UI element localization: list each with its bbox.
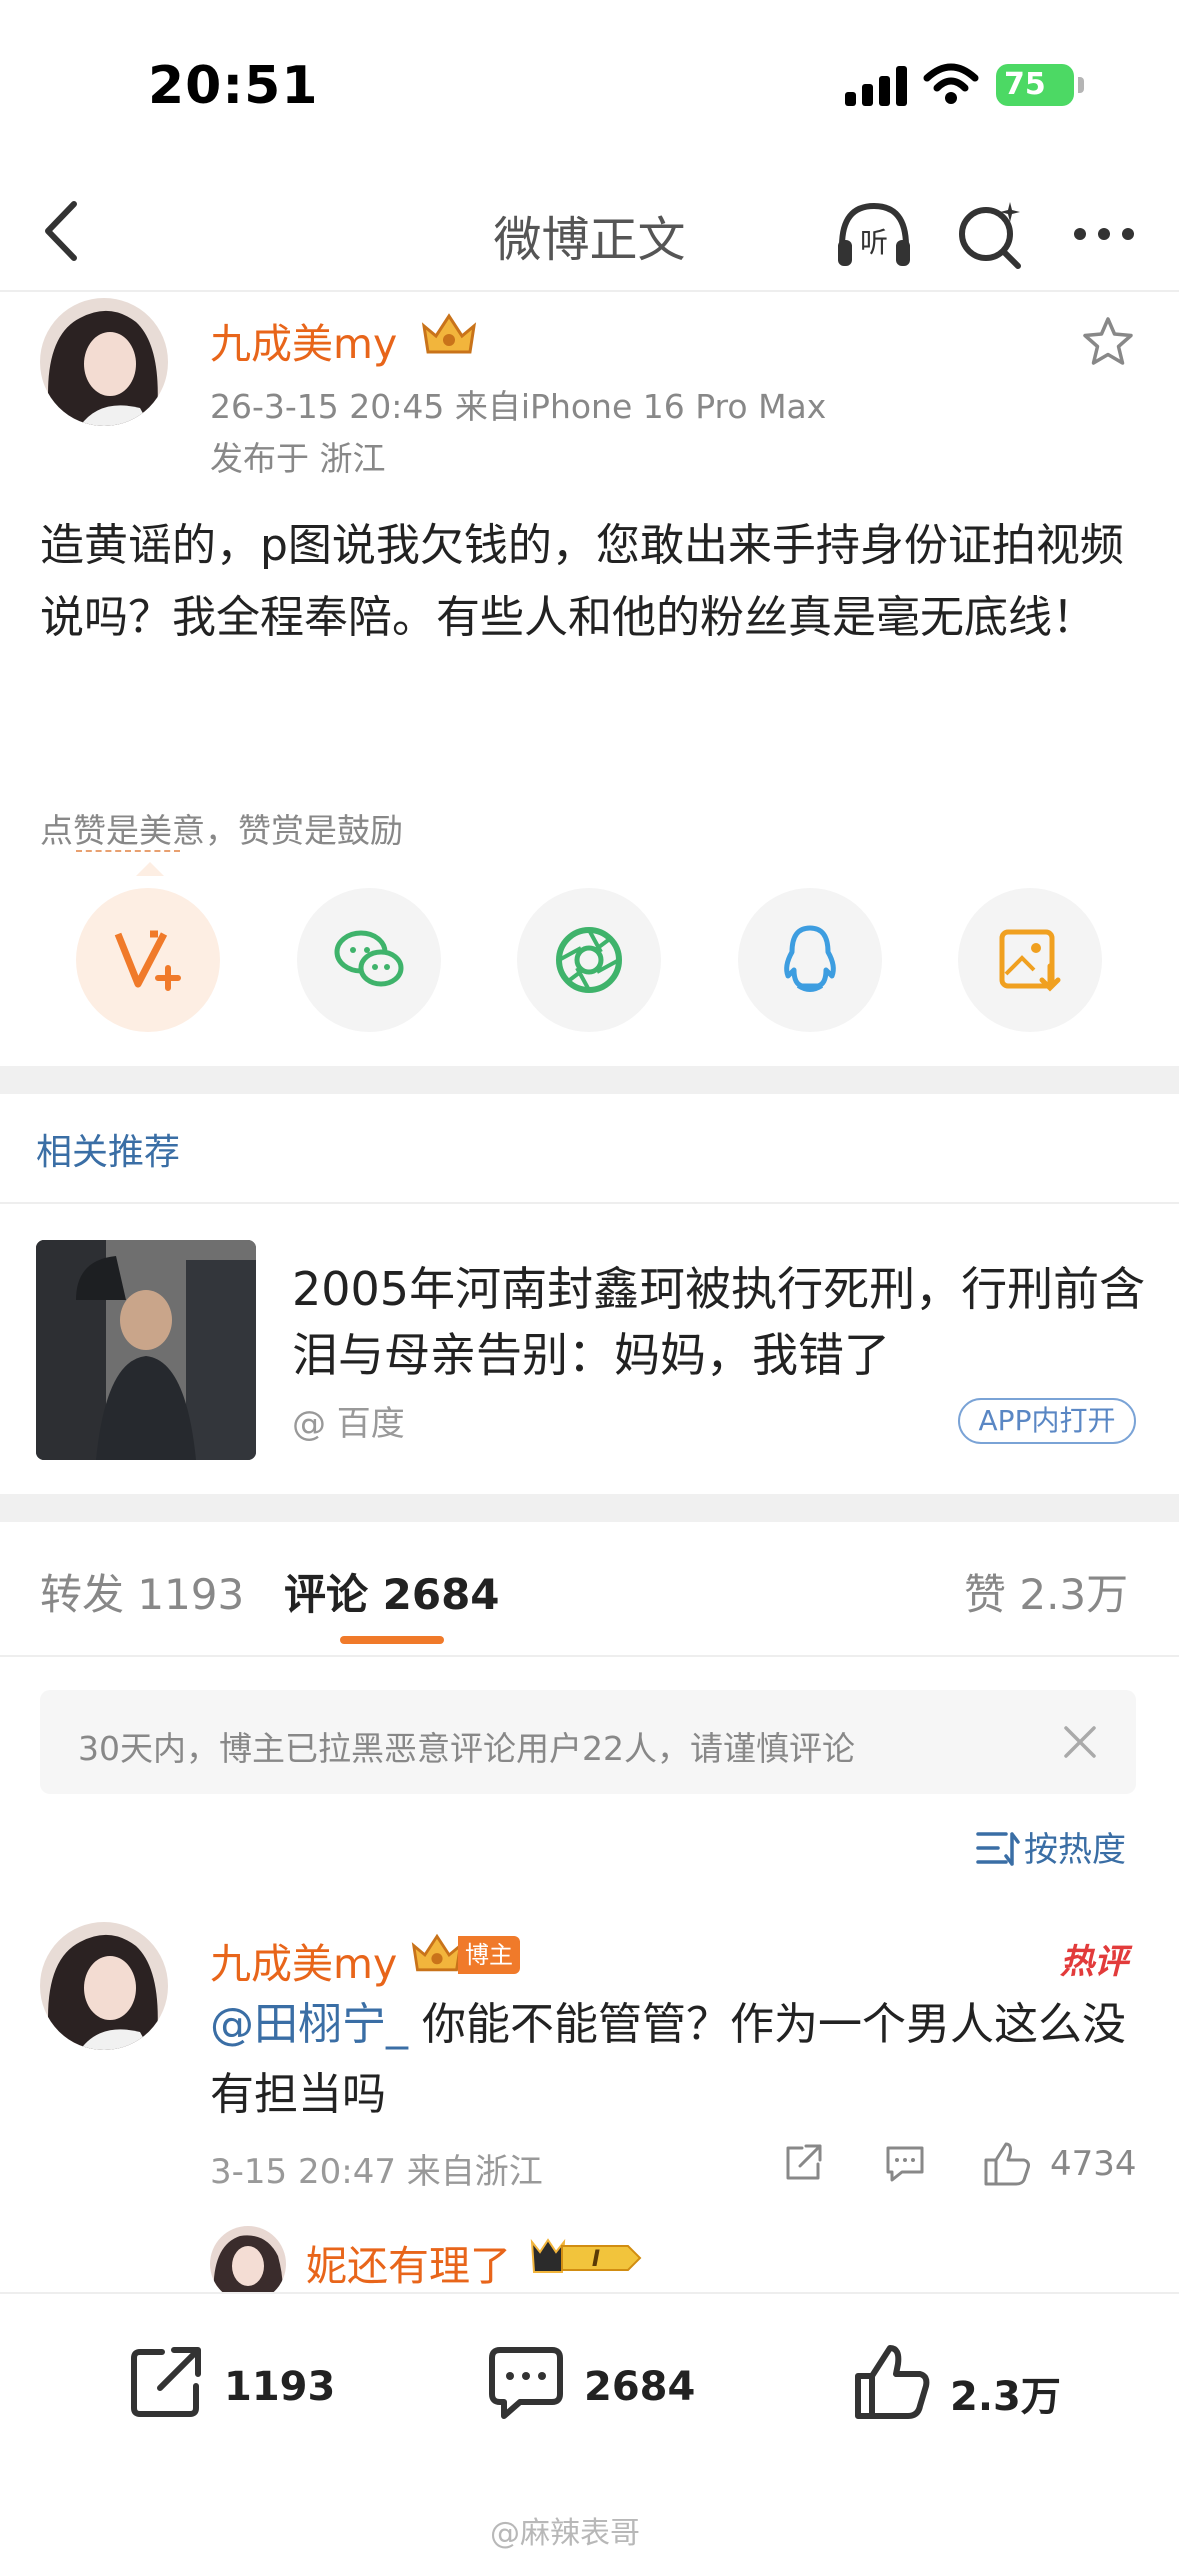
- close-icon[interactable]: [1058, 1720, 1102, 1764]
- qq-penguin-icon: [784, 925, 836, 992]
- like-thumb-icon[interactable]: [982, 2140, 1032, 2188]
- sort-label: 按热度: [1024, 1830, 1126, 1870]
- nav-bar: 微博正文 听: [0, 170, 1179, 292]
- vip-crown-icon: [411, 1933, 463, 1972]
- post-timestamp-source: 26-3-15 20:45 来自iPhone 16 Pro Max: [210, 387, 827, 426]
- vip-crown-icon: [421, 313, 477, 354]
- reply-author-name[interactable]: 妮还有理了: [306, 2232, 511, 2292]
- search-icon[interactable]: [948, 192, 1032, 276]
- status-time: 20:51: [148, 56, 319, 116]
- reward-tip-underline: [76, 850, 180, 852]
- related-headline[interactable]: 2005年河南封鑫珂被执行死刑，行刑前含泪与母亲告别：妈妈，我错了: [292, 1256, 1152, 1388]
- cellular-signal-icon: [845, 66, 907, 106]
- sort-by-hot-button[interactable]: 按热度: [1024, 1822, 1126, 1871]
- listen-headphones-icon[interactable]: 听: [832, 192, 916, 276]
- save-image-icon: [999, 929, 1061, 992]
- moments-aperture-icon: [556, 927, 622, 993]
- section-divider: [0, 1494, 1179, 1522]
- reward-tip: 点赞是美意，赞赏是鼓励: [40, 811, 403, 850]
- tab-likes[interactable]: 赞 2.3万: [964, 1561, 1128, 1622]
- comment-count[interactable]: 2684: [584, 2364, 695, 2410]
- post-body-text: 造黄谣的，p图说我欠钱的，您敢出来手持身份证拍视频说吗？我全程奉陪。有些人和他的…: [40, 520, 1124, 643]
- battery-icon: 75: [996, 64, 1074, 106]
- wifi-icon: [923, 63, 979, 104]
- favorite-star-icon[interactable]: [1080, 314, 1136, 370]
- level-text: I: [592, 2247, 600, 2272]
- svg-text:听: 听: [860, 226, 888, 259]
- divider-line: [0, 1202, 1179, 1204]
- member-level-badge-icon: I: [530, 2238, 642, 2273]
- section-divider: [0, 1066, 1179, 1094]
- share-moments-button[interactable]: [517, 888, 661, 1032]
- comment-author-avatar[interactable]: [40, 1922, 168, 2050]
- related-section-title: 相关推荐: [36, 1132, 181, 1173]
- wechat-icon: [334, 930, 404, 987]
- related-source: @ 百度: [292, 1404, 405, 1444]
- comment-author-name[interactable]: 九成美my: [210, 1930, 397, 1990]
- tab-comments[interactable]: 评论 2684: [284, 1561, 500, 1622]
- post-author-name[interactable]: 九成美my: [210, 310, 397, 370]
- blocked-users-notice: 30天内，博主已拉黑恶意评论用户22人，请谨慎评论: [40, 1690, 1136, 1794]
- bottom-action-bar: 1193 2684 2.3万 @麻辣表哥: [0, 2292, 1179, 2556]
- divider-line: [0, 1655, 1179, 1657]
- notice-text: 30天内，博主已拉黑恶意评论用户22人，请谨慎评论: [78, 1729, 855, 1768]
- mention-link[interactable]: @田栩宁_: [210, 1999, 408, 2050]
- status-bar: 20:51 75: [0, 0, 1179, 170]
- active-tab-indicator: [340, 1636, 444, 1644]
- tab-reposts[interactable]: 转发 1193: [40, 1561, 244, 1622]
- more-options-icon[interactable]: [1062, 192, 1146, 276]
- post-location: 发布于 浙江: [210, 439, 386, 478]
- share-qq-button[interactable]: [738, 888, 882, 1032]
- sort-icon[interactable]: [976, 1828, 1020, 1868]
- share-external-icon[interactable]: [780, 2140, 826, 2186]
- related-thumbnail-image[interactable]: [36, 1240, 256, 1460]
- battery-level: 75: [1004, 67, 1046, 102]
- comment-like-count: 4734: [1050, 2144, 1137, 2184]
- watermark: @麻辣表哥: [490, 2516, 640, 2551]
- comment-icon[interactable]: [486, 2342, 566, 2422]
- comment-text: @田栩宁_ 你能不能管管？作为一个男人这么没有担当吗: [210, 1990, 1130, 2130]
- like-thumb-icon[interactable]: [852, 2342, 932, 2422]
- comment-timestamp: 3-15 20:47 来自浙江: [210, 2152, 543, 2192]
- open-in-app-button[interactable]: APP内打开: [958, 1398, 1136, 1444]
- share-wechat-button[interactable]: [297, 888, 441, 1032]
- reward-pointer: [136, 862, 164, 876]
- reward-button[interactable]: [76, 888, 220, 1032]
- post-author-avatar[interactable]: [40, 298, 168, 426]
- save-image-button[interactable]: [958, 888, 1102, 1032]
- like-count[interactable]: 2.3万: [950, 2364, 1061, 2422]
- reward-v-plus-icon: [114, 930, 181, 991]
- blogger-badge: 博主: [458, 1936, 520, 1974]
- repost-icon[interactable]: [126, 2342, 206, 2422]
- battery-tip: [1078, 77, 1084, 93]
- hot-comment-badge: 热评: [1060, 1942, 1128, 1982]
- reply-icon[interactable]: [882, 2140, 928, 2186]
- reply-author-avatar[interactable]: [210, 2226, 286, 2302]
- repost-count[interactable]: 1193: [224, 2364, 335, 2410]
